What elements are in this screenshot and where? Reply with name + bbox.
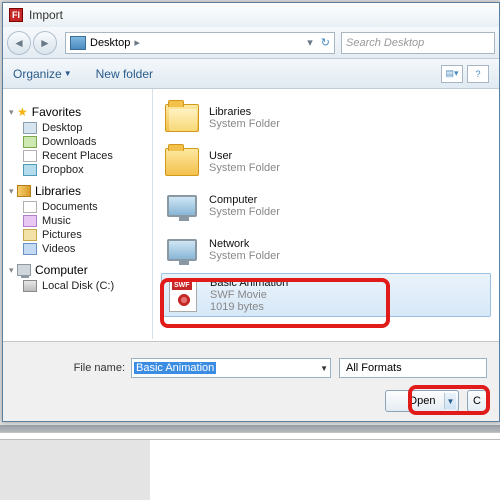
cancel-button[interactable]: C xyxy=(467,390,487,412)
app-icon: Fl xyxy=(9,8,23,22)
sidebar-item-downloads[interactable]: Downloads xyxy=(23,136,148,148)
desktop-icon xyxy=(70,36,86,50)
sidebar-section-favorites[interactable]: ▾★Favorites xyxy=(9,105,148,119)
list-item[interactable]: LibrariesSystem Folder xyxy=(161,97,491,139)
chevron-right-icon: ▸ xyxy=(130,36,144,49)
sidebar-item-videos[interactable]: Videos xyxy=(23,243,148,255)
search-input[interactable]: Search Desktop xyxy=(341,32,495,54)
import-dialog: Fl Import ◄ ► Desktop ▸ ▾ ↻ Search Deskt… xyxy=(2,2,500,422)
window-title: Import xyxy=(29,8,63,22)
swf-file-icon xyxy=(169,278,197,312)
file-type-select[interactable]: All Formats xyxy=(339,358,487,378)
refresh-icon[interactable]: ↻ xyxy=(317,36,334,49)
filename-input[interactable]: Basic Animation ▼ xyxy=(131,358,331,378)
list-item[interactable]: ComputerSystem Folder xyxy=(161,185,491,227)
open-button[interactable]: Open ▼ xyxy=(385,390,459,412)
chevron-down-icon[interactable]: ▼ xyxy=(64,69,72,78)
sidebar-item-dropbox[interactable]: Dropbox xyxy=(23,164,148,176)
file-list: LibrariesSystem Folder UserSystem Folder… xyxy=(153,89,499,339)
list-item[interactable]: UserSystem Folder xyxy=(161,141,491,183)
organize-button[interactable]: Organize xyxy=(13,67,62,81)
breadcrumb-label: Desktop xyxy=(90,37,130,49)
sidebar-item-documents[interactable]: Documents xyxy=(23,201,148,213)
sidebar: ▾★Favorites Desktop Downloads Recent Pla… xyxy=(3,89,153,339)
sidebar-item-desktop[interactable]: Desktop xyxy=(23,122,148,134)
help-button[interactable]: ? xyxy=(467,65,489,83)
network-icon xyxy=(167,239,197,261)
sidebar-section-libraries[interactable]: ▾Libraries xyxy=(9,184,148,198)
search-placeholder: Search Desktop xyxy=(346,37,424,49)
breadcrumb-dropdown-icon[interactable]: ▾ xyxy=(303,36,317,49)
list-item[interactable]: NetworkSystem Folder xyxy=(161,229,491,271)
forward-button[interactable]: ► xyxy=(33,31,57,55)
view-options-button[interactable]: ▤▾ xyxy=(441,65,463,83)
list-item-selected[interactable]: Basic AnimationSWF Movie1019 bytes xyxy=(161,273,491,317)
sidebar-item-music[interactable]: Music xyxy=(23,215,148,227)
sidebar-item-localdisk[interactable]: Local Disk (C:) xyxy=(23,280,148,292)
folder-icon xyxy=(165,148,199,176)
toolbar: Organize ▼ New folder ▤▾ ? xyxy=(3,59,499,89)
breadcrumb[interactable]: Desktop ▸ ▾ ↻ xyxy=(65,32,335,54)
new-folder-button[interactable]: New folder xyxy=(96,67,153,81)
sidebar-item-recent[interactable]: Recent Places xyxy=(23,150,148,162)
computer-icon xyxy=(167,195,197,217)
sidebar-item-pictures[interactable]: Pictures xyxy=(23,229,148,241)
chevron-down-icon[interactable]: ▼ xyxy=(320,364,328,373)
filename-label: File name: xyxy=(15,362,125,374)
titlebar: Fl Import xyxy=(3,3,499,27)
chevron-down-icon[interactable]: ▼ xyxy=(444,393,456,409)
dialog-footer: File name: Basic Animation ▼ All Formats… xyxy=(3,341,499,421)
back-button[interactable]: ◄ xyxy=(7,31,31,55)
sidebar-section-computer[interactable]: ▾Computer xyxy=(9,263,148,277)
folder-icon xyxy=(165,104,199,132)
nav-bar: ◄ ► Desktop ▸ ▾ ↻ Search Desktop xyxy=(3,27,499,59)
